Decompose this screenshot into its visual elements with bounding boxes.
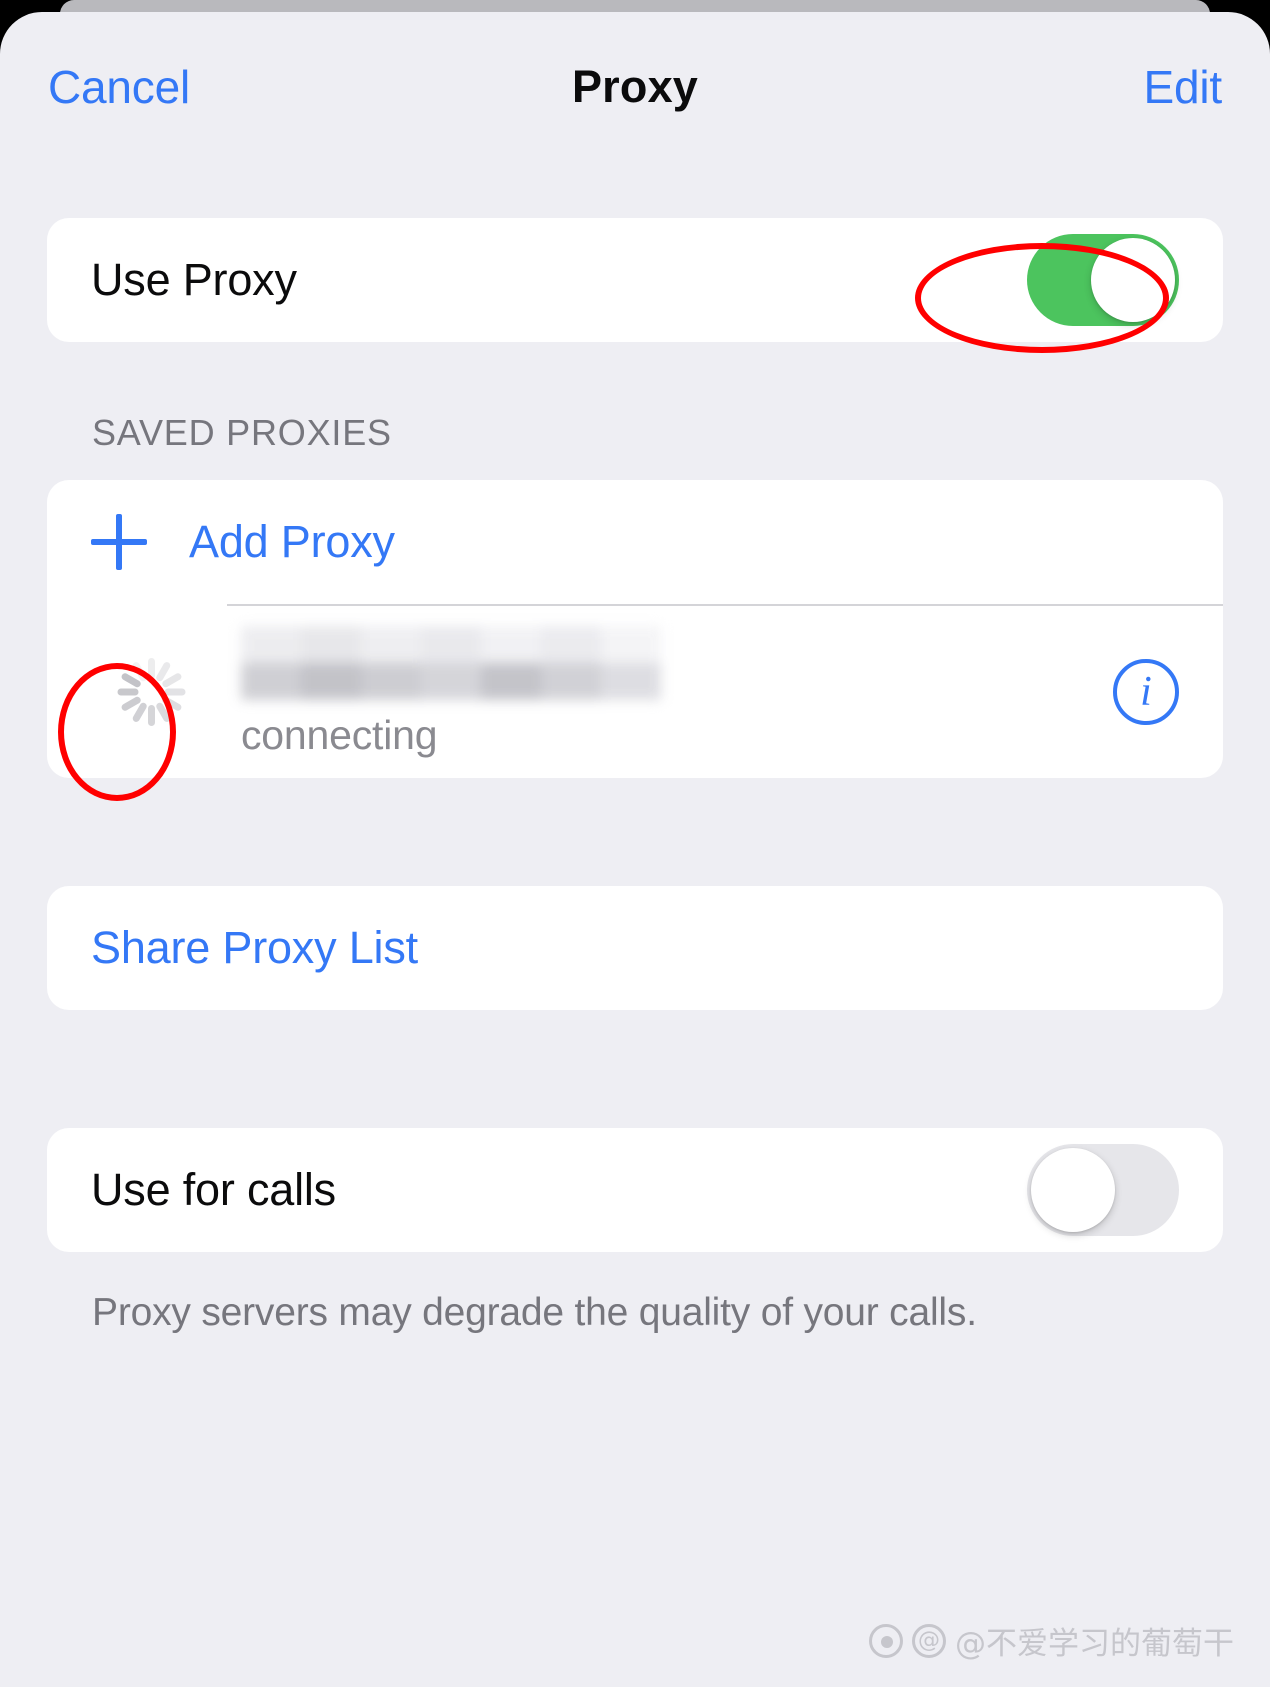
toggle-knob: [1031, 1148, 1115, 1232]
use-proxy-row[interactable]: Use Proxy: [47, 218, 1223, 342]
add-proxy-label: Add Proxy: [189, 516, 395, 567]
loading-spinner-icon: [113, 654, 189, 730]
proxy-entry-row[interactable]: connecting i: [47, 606, 1223, 778]
use-proxy-label: Use Proxy: [91, 254, 297, 305]
use-proxy-toggle[interactable]: [1027, 234, 1179, 326]
info-icon[interactable]: i: [1113, 659, 1179, 725]
navigation-bar: Cancel Proxy Edit: [0, 12, 1270, 162]
spacer-share: [0, 778, 1270, 886]
spacer-calls: [0, 1010, 1270, 1128]
watermark-text: @不爱学习的葡萄干: [955, 1626, 1234, 1662]
use-proxy-card: Use Proxy: [47, 218, 1223, 342]
saved-proxies-card: Add Proxy connecting i: [47, 480, 1223, 778]
use-for-calls-row[interactable]: Use for calls: [47, 1128, 1223, 1252]
use-for-calls-label: Use for calls: [91, 1164, 336, 1215]
share-proxy-list-row[interactable]: Share Proxy List: [47, 886, 1223, 1010]
proxy-status-label: connecting: [241, 711, 438, 758]
use-for-calls-toggle[interactable]: [1027, 1144, 1179, 1236]
page-title: Proxy: [571, 61, 699, 112]
share-proxy-list-label: Share Proxy List: [91, 922, 418, 973]
use-for-calls-footer-note: Proxy servers may degrade the quality of…: [92, 1291, 977, 1334]
saved-proxies-section-header: SAVED PROXIES: [92, 412, 392, 453]
proxy-entry-texts: connecting: [241, 625, 1113, 759]
proxy-settings-sheet: Cancel Proxy Edit Use Proxy SAVED PROXIE…: [0, 12, 1270, 1687]
plus-icon: [91, 514, 147, 570]
add-proxy-row[interactable]: Add Proxy: [47, 480, 1223, 604]
cancel-button[interactable]: Cancel: [48, 60, 190, 114]
share-proxy-list-card: Share Proxy List: [47, 886, 1223, 1010]
toggle-knob: [1091, 238, 1175, 322]
paw-icon: [869, 1623, 903, 1658]
at-icon: @: [912, 1623, 946, 1658]
spacer-top: [0, 162, 1270, 218]
use-for-calls-card: Use for calls: [47, 1128, 1223, 1252]
edit-button[interactable]: Edit: [1144, 60, 1223, 114]
device-backdrop: Cancel Proxy Edit Use Proxy SAVED PROXIE…: [0, 0, 1270, 1687]
proxy-name-censored: [241, 625, 661, 700]
watermark: @ @不爱学习的葡萄干: [869, 1618, 1234, 1663]
